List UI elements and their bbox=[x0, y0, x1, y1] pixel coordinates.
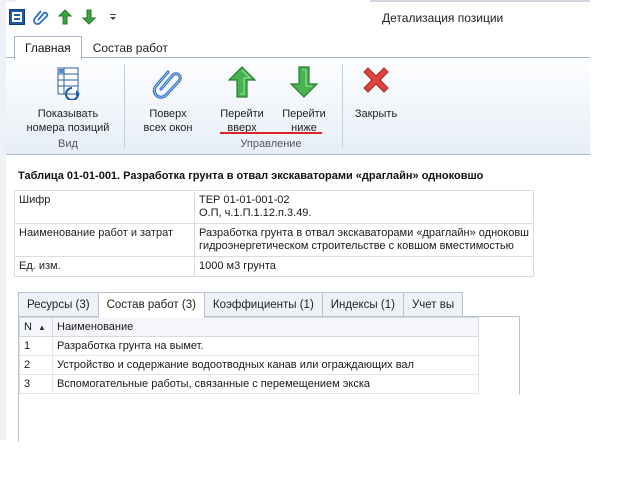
position-properties-table: Шифр ТЕР 01-01-001-02 О.П, ч.1.П.1.12.п.… bbox=[14, 190, 535, 277]
close-button[interactable]: Закрыть bbox=[346, 64, 406, 121]
property-value: 1000 м3 грунта bbox=[193, 256, 535, 277]
property-value-line: О.П, ч.1.П.1.12.п.3.49. bbox=[198, 207, 312, 219]
go-up-button[interactable]: Перейти вверх bbox=[212, 64, 272, 135]
quick-access-toolbar bbox=[8, 8, 122, 26]
app-menu-button[interactable] bbox=[8, 8, 26, 26]
property-value: ТЕР 01-01-001-02 О.П, ч.1.П.1.12.п.3.49. bbox=[193, 190, 535, 224]
go-down-label-1: Перейти bbox=[282, 108, 326, 120]
ribbon-tabs: Главная Состав работ bbox=[14, 36, 179, 60]
tab-main[interactable]: Главная bbox=[14, 36, 82, 60]
ribbon-separator bbox=[124, 64, 125, 148]
table-row[interactable]: 2 Устройство и содержание водоотводных к… bbox=[19, 355, 479, 375]
grid-header-row: N ▲ Наименование bbox=[19, 317, 479, 337]
property-key: Наименование работ и затрат bbox=[14, 223, 195, 257]
red-annotation-underline bbox=[220, 132, 322, 134]
table-numbers-icon bbox=[57, 67, 80, 101]
property-row: Наименование работ и затрат Разработка г… bbox=[14, 223, 535, 257]
window-title: Детализация позиции bbox=[382, 11, 504, 25]
property-row: Ед. изм. 1000 м3 грунта bbox=[14, 256, 535, 277]
paperclip-icon bbox=[33, 10, 49, 25]
property-value: Разработка грунта в отвал экскаваторами … bbox=[193, 223, 535, 257]
property-value-line: ТЕР 01-01-001-02 bbox=[198, 194, 290, 206]
close-icon bbox=[363, 67, 389, 93]
show-position-numbers-label-1: Показывать bbox=[37, 108, 99, 120]
always-on-top-label-2: всех окон bbox=[143, 122, 193, 134]
tab-coefficients[interactable]: Коэффициенты (1) bbox=[203, 292, 323, 318]
always-on-top-button[interactable]: Поверх всех окон bbox=[136, 64, 200, 135]
group-label-view: Вид bbox=[58, 138, 78, 150]
work-composition-table: N ▲ Наименование 1 Разработка грунта на в… bbox=[19, 317, 479, 394]
sort-ascending-icon: ▲ bbox=[37, 323, 46, 332]
row-number: 2 bbox=[19, 355, 53, 375]
table-row[interactable]: 1 Разработка грунта на вымет. bbox=[19, 336, 479, 356]
arrow-up-icon bbox=[227, 66, 257, 98]
column-header-n-label: N bbox=[24, 321, 32, 333]
always-on-top-label-1: Поверх bbox=[149, 108, 187, 120]
column-header-n[interactable]: N ▲ bbox=[19, 317, 53, 337]
go-down-button[interactable]: Перейти ниже bbox=[274, 64, 334, 135]
arrow-down-icon bbox=[289, 66, 319, 98]
group-label-control: Управление bbox=[240, 138, 302, 150]
title-bar: Детализация позиции bbox=[6, 2, 590, 30]
row-name: Разработка грунта на вымет. bbox=[52, 336, 479, 356]
property-value-line: Разработка грунта в отвал экскаваторами … bbox=[198, 227, 529, 239]
tab-accounting[interactable]: Учет вы bbox=[402, 292, 464, 318]
show-position-numbers-label-2: номера позиций bbox=[26, 122, 110, 134]
column-header-name[interactable]: Наименование bbox=[52, 317, 479, 337]
qat-go-up-button[interactable] bbox=[56, 8, 74, 26]
detail-tabs: Ресурсы (3) Состав работ (3) Коэффициент… bbox=[18, 292, 464, 318]
table-row[interactable]: 3 Вспомогательные работы, связанные с пе… bbox=[19, 374, 479, 394]
arrow-up-icon bbox=[58, 9, 72, 25]
ribbon-panel: Показывать номера позиций Вид Поверх все… bbox=[6, 57, 590, 155]
work-composition-grid: N ▲ Наименование 1 Разработка грунта на в… bbox=[18, 316, 520, 442]
row-number: 3 bbox=[19, 374, 53, 394]
property-value-line: гидроэнергетическом строительстве с ковш… bbox=[198, 240, 514, 252]
row-name: Устройство и содержание водоотводных кан… bbox=[52, 355, 479, 375]
show-position-numbers-button[interactable]: Показывать номера позиций bbox=[26, 64, 110, 135]
tab-work-composition-list[interactable]: Состав работ (3) bbox=[97, 292, 205, 318]
qat-on-top-button[interactable] bbox=[32, 8, 50, 26]
tab-resources[interactable]: Ресурсы (3) bbox=[18, 292, 99, 318]
row-number: 1 bbox=[19, 336, 53, 356]
qat-go-down-button[interactable] bbox=[80, 8, 98, 26]
property-value-line: 1000 м3 грунта bbox=[198, 260, 276, 272]
property-key: Ед. изм. bbox=[14, 256, 195, 277]
close-label: Закрыть bbox=[354, 108, 398, 120]
row-name: Вспомогательные работы, связанные с пере… bbox=[52, 374, 479, 394]
property-key: Шифр bbox=[14, 190, 195, 224]
go-up-label-1: Перейти bbox=[220, 108, 264, 120]
position-details-window: Детализация позиции Главная Состав работ… bbox=[6, 2, 590, 442]
ribbon-separator bbox=[342, 64, 343, 148]
position-heading: Таблица 01-01-001. Разработка грунта в о… bbox=[18, 170, 484, 182]
app-logo-icon bbox=[9, 9, 25, 25]
qat-customize-button[interactable] bbox=[104, 8, 122, 26]
paperclip-icon bbox=[152, 70, 182, 99]
arrow-down-icon bbox=[82, 9, 96, 25]
customize-dropdown-icon bbox=[110, 14, 116, 20]
property-row: Шифр ТЕР 01-01-001-02 О.П, ч.1.П.1.12.п.… bbox=[14, 190, 535, 224]
tab-indexes[interactable]: Индексы (1) bbox=[321, 292, 404, 318]
